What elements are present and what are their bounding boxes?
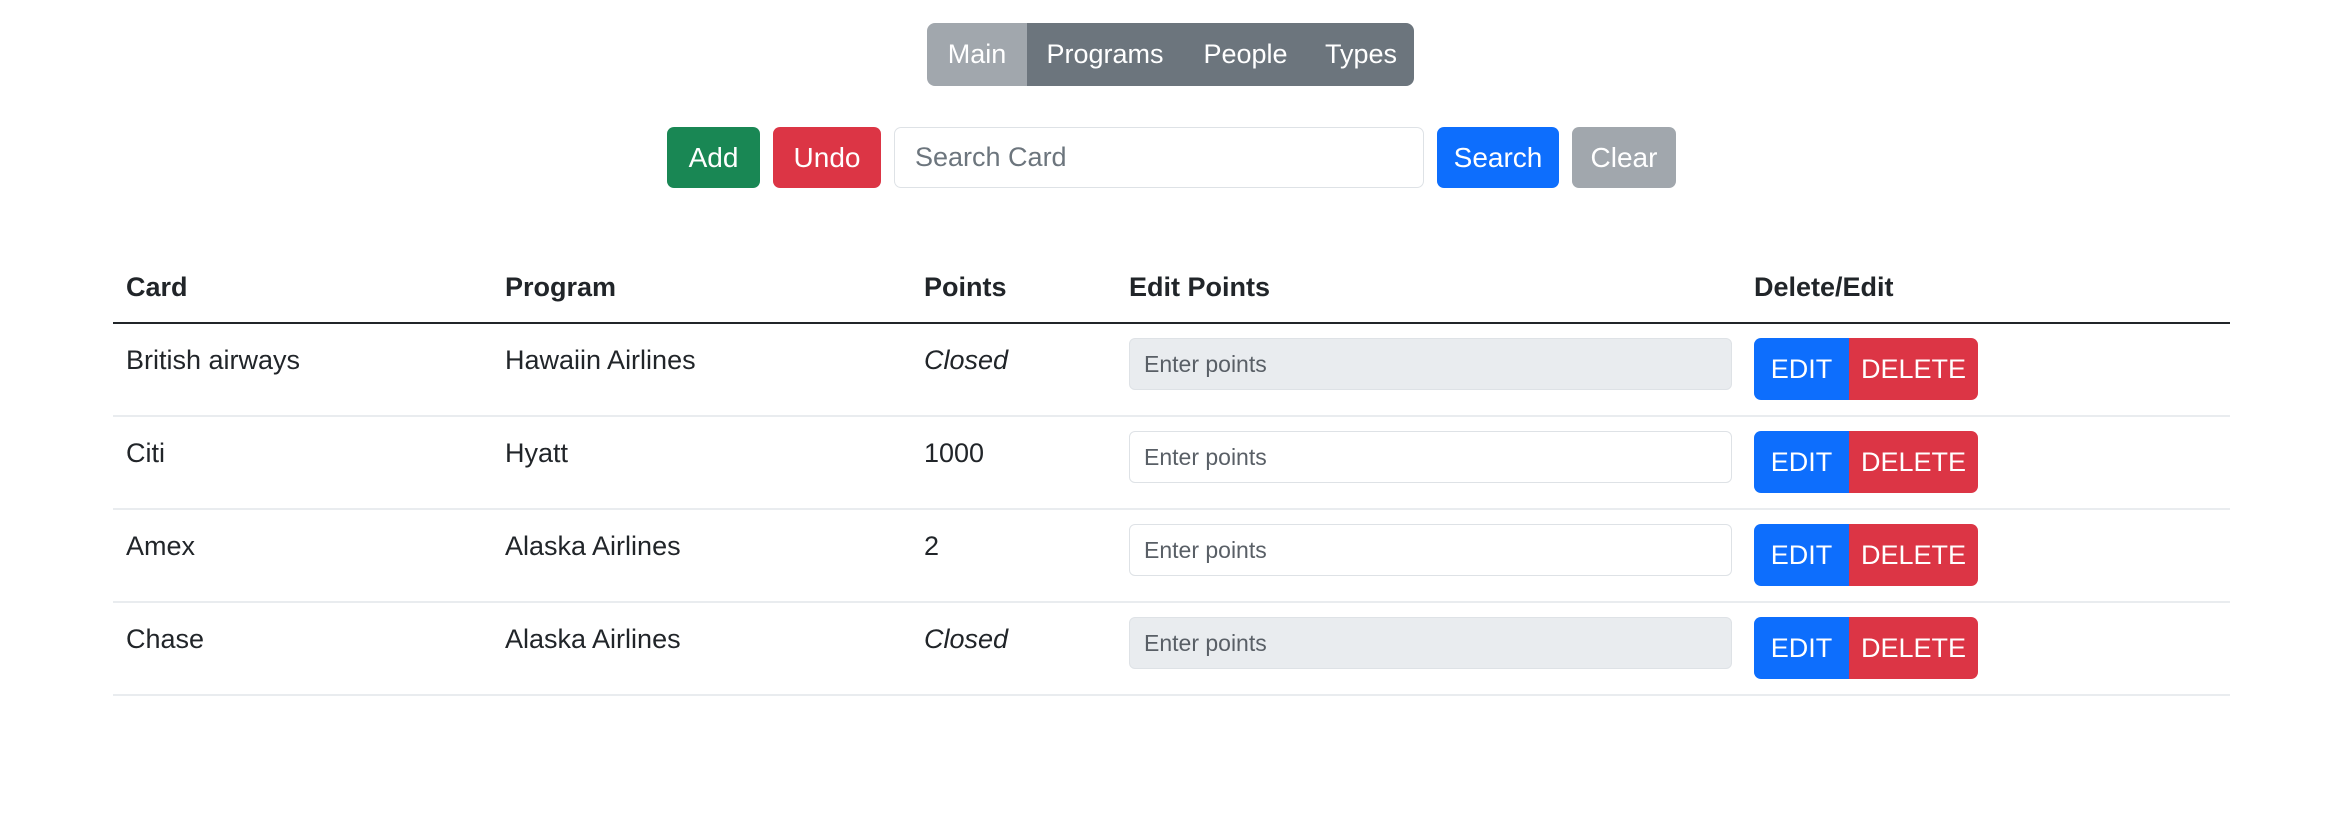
search-card-input[interactable]: [894, 127, 1424, 188]
search-button[interactable]: Search: [1437, 127, 1559, 188]
points-value: Closed: [924, 624, 1009, 654]
header-card: Card: [126, 272, 188, 302]
card-name: Amex: [126, 531, 196, 561]
card-name: Chase: [126, 624, 205, 654]
delete-button[interactable]: DELETE: [1849, 524, 1978, 586]
table-row: Citi Hyatt 1000 EDIT DELETE: [113, 417, 2230, 510]
add-button[interactable]: Add: [667, 127, 760, 188]
row-actions: EDIT DELETE: [1754, 524, 1978, 586]
delete-button[interactable]: DELETE: [1849, 338, 1978, 400]
program-name: Alaska Airlines: [505, 624, 681, 654]
main-nav: Main Programs People Types: [927, 23, 1414, 86]
header-edit-points: Edit Points: [1129, 272, 1270, 302]
edit-points-input: [1129, 338, 1732, 390]
program-name: Hawaiin Airlines: [505, 345, 696, 375]
header-points: Points: [924, 272, 1007, 302]
clear-button[interactable]: Clear: [1572, 127, 1676, 188]
delete-button[interactable]: DELETE: [1849, 431, 1978, 493]
cards-table: Card Program Points Edit Points Delete/E…: [113, 250, 2230, 696]
card-name: Citi: [126, 438, 165, 468]
tab-people[interactable]: People: [1183, 23, 1308, 86]
table-row: British airways Hawaiin Airlines Closed …: [113, 324, 2230, 417]
row-actions: EDIT DELETE: [1754, 617, 1978, 679]
program-name: Alaska Airlines: [505, 531, 681, 561]
edit-button[interactable]: EDIT: [1754, 338, 1849, 400]
edit-button[interactable]: EDIT: [1754, 431, 1849, 493]
points-value: 2: [924, 531, 940, 561]
tab-main[interactable]: Main: [927, 23, 1027, 86]
edit-button[interactable]: EDIT: [1754, 524, 1849, 586]
table-row: Amex Alaska Airlines 2 EDIT DELETE: [113, 510, 2230, 603]
undo-button[interactable]: Undo: [773, 127, 881, 188]
program-name: Hyatt: [505, 438, 569, 468]
edit-button[interactable]: EDIT: [1754, 617, 1849, 679]
row-actions: EDIT DELETE: [1754, 338, 1978, 400]
edit-points-input: [1129, 617, 1732, 669]
header-delete-edit: Delete/Edit: [1754, 272, 1894, 302]
row-actions: EDIT DELETE: [1754, 431, 1978, 493]
edit-points-input[interactable]: [1129, 524, 1732, 576]
tab-types[interactable]: Types: [1308, 23, 1414, 86]
table-header: Card Program Points Edit Points Delete/E…: [113, 250, 2230, 324]
delete-button[interactable]: DELETE: [1849, 617, 1978, 679]
table-row: Chase Alaska Airlines Closed EDIT DELETE: [113, 603, 2230, 696]
header-program: Program: [505, 272, 617, 302]
points-value: 1000: [924, 438, 985, 468]
points-value: Closed: [924, 345, 1009, 375]
edit-points-input[interactable]: [1129, 431, 1732, 483]
card-name: British airways: [126, 345, 301, 375]
tab-programs[interactable]: Programs: [1027, 23, 1183, 86]
